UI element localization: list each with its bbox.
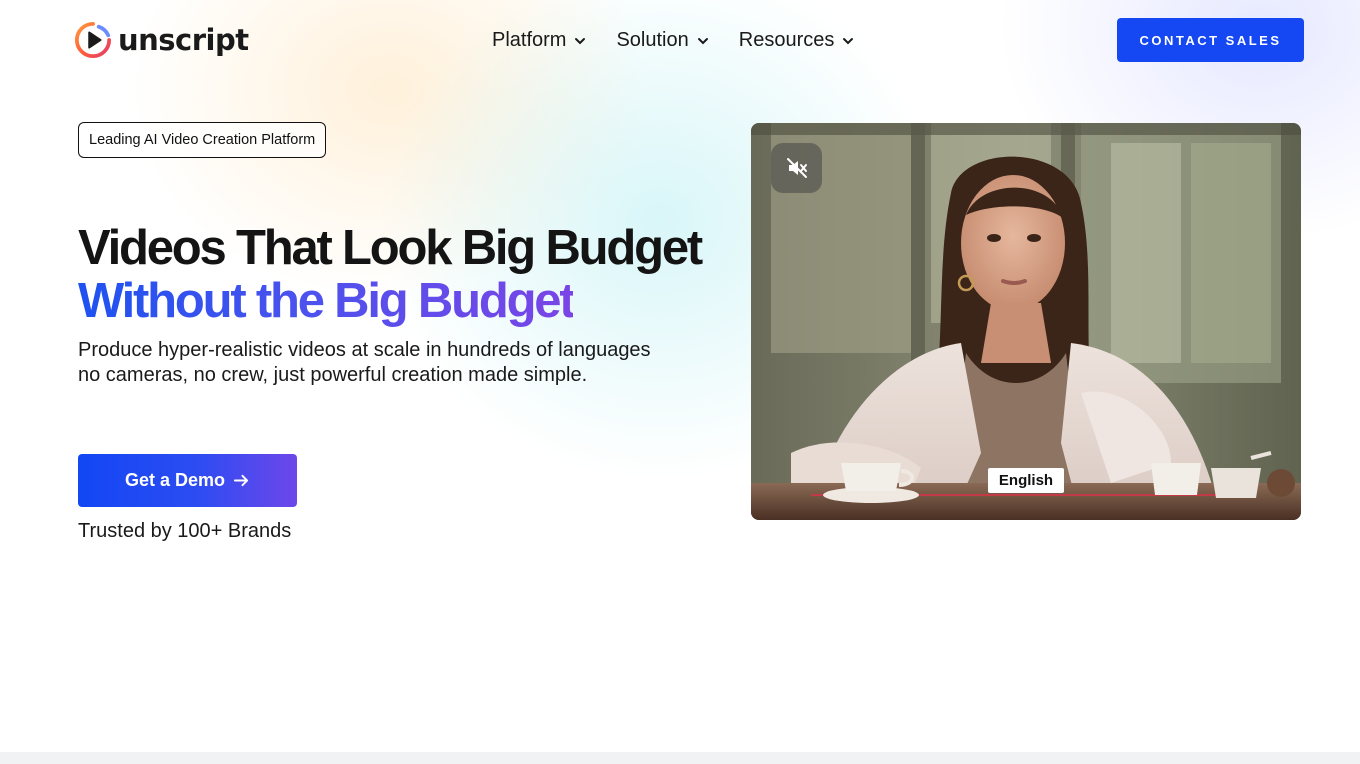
video-frame — [751, 123, 1301, 520]
nav-item-label: Platform — [492, 29, 567, 51]
nav-item-resources[interactable]: Resources — [739, 29, 855, 52]
get-demo-label: Get a Demo — [124, 470, 226, 490]
section-divider — [0, 752, 1360, 764]
play-circle-icon — [74, 21, 112, 59]
nav-item-solution[interactable]: Solution — [616, 29, 708, 52]
hero-subtext: Produce hyper-realistic videos at scale … — [78, 338, 698, 388]
site-header: unscript Platform Solution Resources CON… — [0, 0, 1360, 84]
brand-logo[interactable]: unscript — [74, 20, 249, 60]
nav-item-platform[interactable]: Platform — [492, 29, 586, 52]
get-demo-button[interactable]: Get a Demo — [78, 454, 297, 507]
hero-video[interactable]: English — [751, 123, 1301, 520]
chevron-down-icon — [697, 37, 708, 44]
headline-line-2: Without the Big Budget — [78, 274, 576, 328]
hero-headline: Videos That Look Big Budget Without the … — [78, 222, 718, 328]
language-label: English — [988, 468, 1064, 493]
main-nav: Platform Solution Resources — [492, 29, 854, 52]
arrow-right-icon — [233, 474, 249, 487]
contact-sales-button[interactable]: CONTACT SALES — [1117, 18, 1304, 62]
headline-line-1: Videos That Look Big Budget — [78, 221, 703, 275]
nav-item-label: Solution — [616, 29, 689, 51]
mute-toggle-button[interactable] — [771, 143, 822, 193]
chevron-down-icon — [843, 37, 854, 44]
subtext-line-1: Produce hyper-realistic videos at scale … — [78, 339, 651, 361]
nav-item-label: Resources — [738, 29, 835, 51]
hero-badge: Leading AI Video Creation Platform — [78, 122, 327, 158]
chevron-down-icon — [575, 37, 586, 44]
brand-name: unscript — [118, 23, 249, 57]
trusted-by-text: Trusted by 100+ Brands — [78, 520, 292, 542]
subtext-line-2: no cameras, no crew, just powerful creat… — [78, 364, 588, 386]
volume-muted-icon — [786, 158, 807, 178]
